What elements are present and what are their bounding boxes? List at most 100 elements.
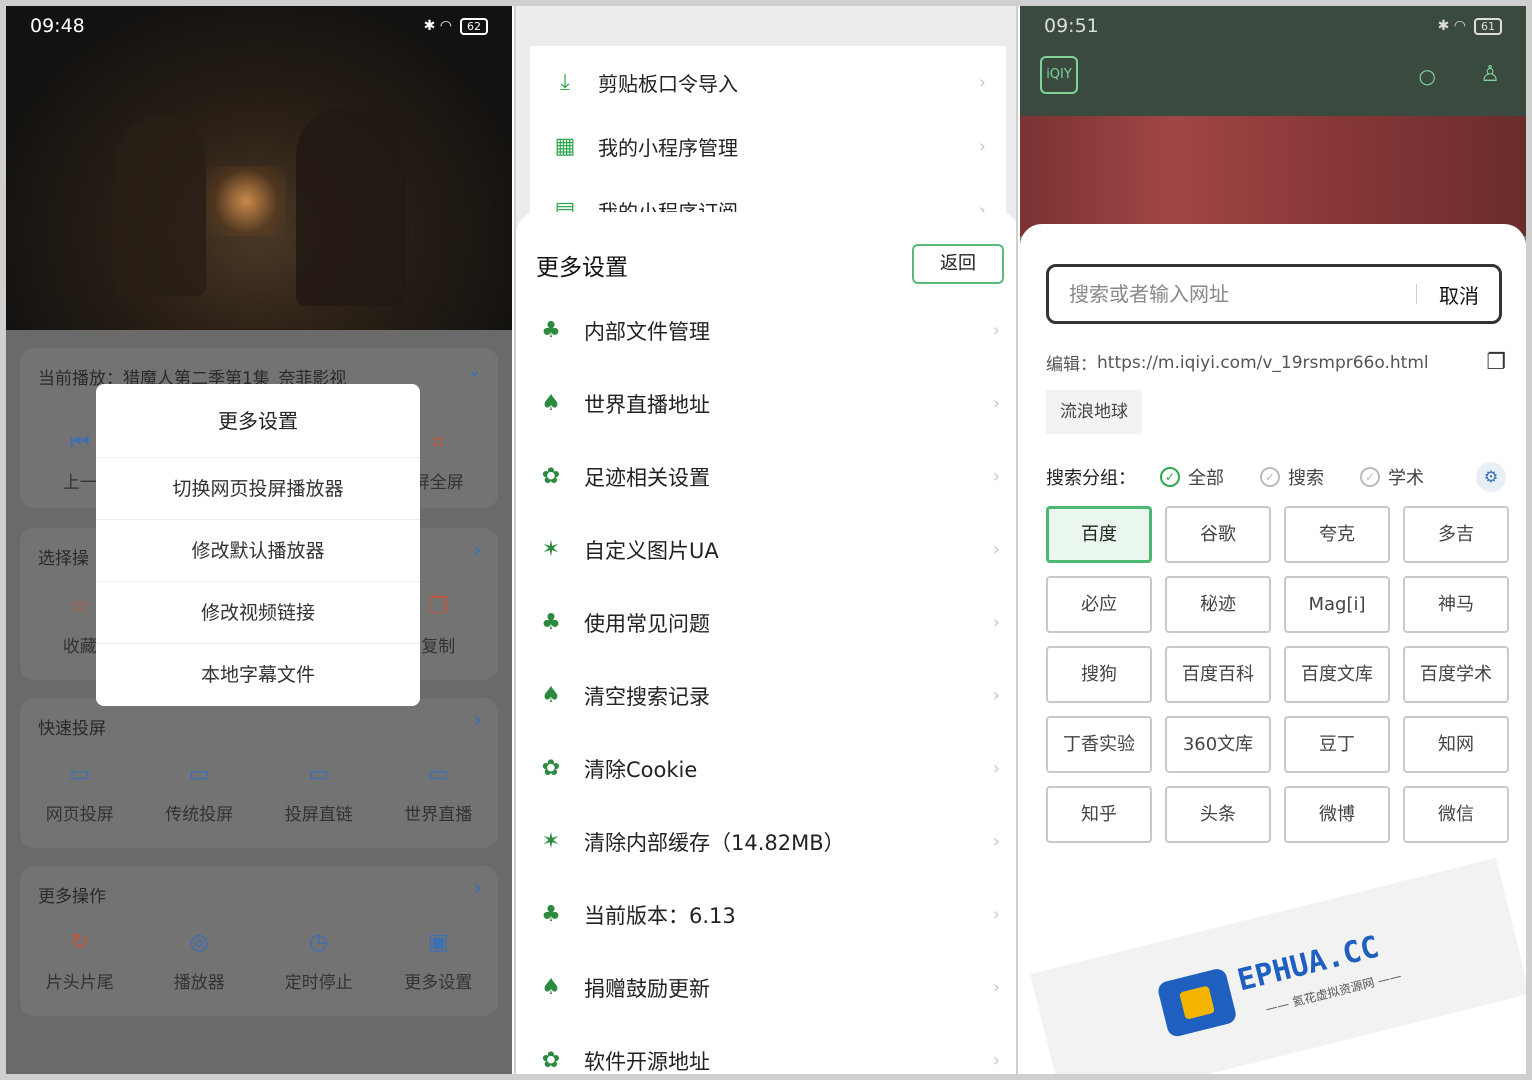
gear-icon[interactable]: ⚙ <box>1476 462 1506 492</box>
engine-button[interactable]: 头条 <box>1165 786 1271 843</box>
engine-button[interactable]: 谷歌 <box>1165 506 1271 563</box>
engine-button[interactable]: 豆丁 <box>1284 716 1390 773</box>
settings-row-internal-files[interactable]: ♣ 内部文件管理 › <box>516 294 1016 367</box>
group-option-search[interactable]: ✓ 搜索 <box>1260 464 1324 490</box>
more-ops-card: 更多操作 › ↻ 片头片尾 ◎ 播放器 ◷ 定时停止 ▣ 更多设置 <box>20 866 498 1016</box>
history-chip[interactable]: 流浪地球 <box>1046 390 1142 434</box>
iqiyi-logo: iQIY <box>1040 56 1078 94</box>
classic-cast-button[interactable]: ▭ 传统投屏 <box>140 762 260 825</box>
intro-outro-button[interactable]: ↻ 片头片尾 <box>20 930 140 993</box>
search-icon[interactable]: ○ <box>1419 64 1436 88</box>
check-circle-icon: ✓ <box>1160 467 1180 487</box>
watermark: EPHUA.CC —— 氦花虚拟资源网 —— <box>1030 858 1526 1074</box>
search-engine-grid: 百度 谷歌 夸克 多吉 必应 秘迹 Mag[i] 神马 搜狗 百度百科 百度文库… <box>1046 506 1510 843</box>
settings-row-footprint[interactable]: ✿ 足迹相关设置 › <box>516 440 1016 513</box>
bluetooth-wifi-icon: ✱ ◠ <box>423 18 452 34</box>
player-button[interactable]: ◎ 播放器 <box>140 930 260 993</box>
menu-row-miniapp-manage[interactable]: ▦ 我的小程序管理 › <box>530 114 1006 178</box>
background-menu: ⤓ 剪贴板口令导入 › ▦ 我的小程序管理 › ▤ 我的小程序订阅 › <box>530 46 1006 236</box>
video-figure <box>296 106 406 306</box>
chevron-right-icon: › <box>992 831 1000 852</box>
engine-button[interactable]: 搜狗 <box>1046 646 1152 703</box>
dialog-item-local-subtitles[interactable]: 本地字幕文件 <box>96 644 420 706</box>
user-icon[interactable]: ♙ <box>1480 62 1500 87</box>
engine-button[interactable]: 微博 <box>1284 786 1390 843</box>
chevron-right-icon: › <box>992 685 1000 706</box>
search-input[interactable] <box>1069 282 1394 306</box>
clover-icon: ♣ <box>541 610 561 635</box>
settings-row-donate[interactable]: ♠ 捐赠鼓励更新 › <box>516 951 1016 1024</box>
chevron-right-icon: › <box>992 977 1000 998</box>
settings-row-world-live[interactable]: ♠ 世界直播地址 › <box>516 367 1016 440</box>
quick-cast-card: 快速投屏 › ▭ 网页投屏 ▭ 传统投屏 ▭ 投屏直链 ▭ 世界直播 <box>20 698 498 848</box>
tree-icon: ♠ <box>541 975 561 1000</box>
engine-button[interactable]: 秘迹 <box>1165 576 1271 633</box>
skip-icon: ↻ <box>70 930 89 955</box>
edit-url-row[interactable]: 编辑： https://m.iqiyi.com/v_19rsmpr66o.htm… <box>1046 350 1506 375</box>
chevron-right-icon: › <box>992 904 1000 925</box>
chevron-down-icon[interactable]: ⌄ <box>467 360 482 381</box>
engine-button[interactable]: 百度百科 <box>1165 646 1271 703</box>
dialog-item-change-default-player[interactable]: 修改默认播放器 <box>96 520 420 582</box>
more-ops-title: 更多操作 <box>38 887 106 907</box>
settings-row-clear-cookie[interactable]: ✿ 清除Cookie › <box>516 732 1016 805</box>
quick-cast-title: 快速投屏 <box>38 719 106 739</box>
check-circle-icon: ✓ <box>1260 467 1280 487</box>
download-icon: ⤓ <box>560 69 570 95</box>
status-time: 09:48 <box>30 15 85 37</box>
settings-row-clear-search[interactable]: ♠ 清空搜索记录 › <box>516 659 1016 732</box>
more-settings-button[interactable]: ▣ 更多设置 <box>379 930 499 993</box>
sleep-timer-button[interactable]: ◷ 定时停止 <box>259 930 379 993</box>
chevron-right-icon[interactable]: › <box>473 708 482 733</box>
search-box: 取消 <box>1046 264 1502 324</box>
flower-icon: ✿ <box>541 1048 561 1073</box>
cancel-button[interactable]: 取消 <box>1439 280 1479 309</box>
chevron-right-icon[interactable]: › <box>473 538 482 563</box>
dialog-item-edit-video-link[interactable]: 修改视频链接 <box>96 582 420 644</box>
web-cast-button[interactable]: ▭ 网页投屏 <box>20 762 140 825</box>
settings-row-version[interactable]: ♣ 当前版本：6.13 › <box>516 878 1016 951</box>
play-circle-icon: ◎ <box>189 930 209 955</box>
video-player[interactable] <box>6 6 512 330</box>
engine-button[interactable]: 百度学术 <box>1403 646 1509 703</box>
search-group-row: 搜索分组： ✓ 全部 ✓ 搜索 ✓ 学术 ⚙ <box>1046 462 1506 492</box>
briefcase-logo-icon <box>1156 966 1238 1039</box>
group-option-academic[interactable]: ✓ 学术 <box>1360 464 1424 490</box>
menu-row-clipboard-import[interactable]: ⤓ 剪贴板口令导入 › <box>530 50 1006 114</box>
engine-button[interactable]: 神马 <box>1403 576 1509 633</box>
settings-row-faq[interactable]: ♣ 使用常见问题 › <box>516 586 1016 659</box>
engine-button[interactable]: 微信 <box>1403 786 1509 843</box>
dialog-title: 更多设置 <box>96 384 420 458</box>
engine-button[interactable]: 百度 <box>1046 506 1152 563</box>
engine-button[interactable]: 必应 <box>1046 576 1152 633</box>
copy-icon[interactable]: ❐ <box>1486 350 1506 375</box>
palm-icon: ✶ <box>541 829 561 854</box>
engine-button[interactable]: 百度文库 <box>1284 646 1390 703</box>
chevron-right-icon[interactable]: › <box>473 876 482 901</box>
engine-button[interactable]: 360文库 <box>1165 716 1271 773</box>
player-panel: 09:48 ✱ ◠ 62 当前播放：猎魔人第二季第1集_奈菲影视 ⌄ ⏮ 上一 <box>6 6 512 1074</box>
engine-button[interactable]: 多吉 <box>1403 506 1509 563</box>
back-button[interactable]: 返回 <box>912 244 1004 284</box>
engine-button[interactable]: 知乎 <box>1046 786 1152 843</box>
settings-row-clear-cache[interactable]: ✶ 清除内部缓存（14.82MB） › <box>516 805 1016 878</box>
select-ops-title: 选择操 <box>38 549 89 569</box>
world-live-button[interactable]: ▭ 世界直播 <box>379 762 499 825</box>
tree-icon: ♠ <box>541 683 561 708</box>
dialog-item-switch-web-cast-player[interactable]: 切换网页投屏播放器 <box>96 458 420 520</box>
status-time: 09:51 <box>1044 15 1099 37</box>
settings-row-open-source[interactable]: ✿ 软件开源地址 › <box>516 1024 1016 1074</box>
status-bar: 09:48 ✱ ◠ 62 <box>6 6 512 46</box>
chevron-right-icon: › <box>992 320 1000 341</box>
flower-icon: ✿ <box>541 756 561 781</box>
engine-button[interactable]: 夸克 <box>1284 506 1390 563</box>
direct-link-cast-button[interactable]: ▭ 投屏直链 <box>259 762 379 825</box>
settings-row-image-ua[interactable]: ✶ 自定义图片UA › <box>516 513 1016 586</box>
screenshot-frame: 09:48 ✱ ◠ 62 当前播放：猎魔人第二季第1集_奈菲影视 ⌄ ⏮ 上一 <box>0 0 1532 1080</box>
engine-button[interactable]: 知网 <box>1403 716 1509 773</box>
group-option-all[interactable]: ✓ 全部 <box>1160 464 1224 490</box>
chevron-right-icon: › <box>992 466 1000 487</box>
battery-icon: 61 <box>1474 17 1502 35</box>
engine-button[interactable]: Mag[i] <box>1284 576 1390 633</box>
engine-button[interactable]: 丁香实验 <box>1046 716 1152 773</box>
